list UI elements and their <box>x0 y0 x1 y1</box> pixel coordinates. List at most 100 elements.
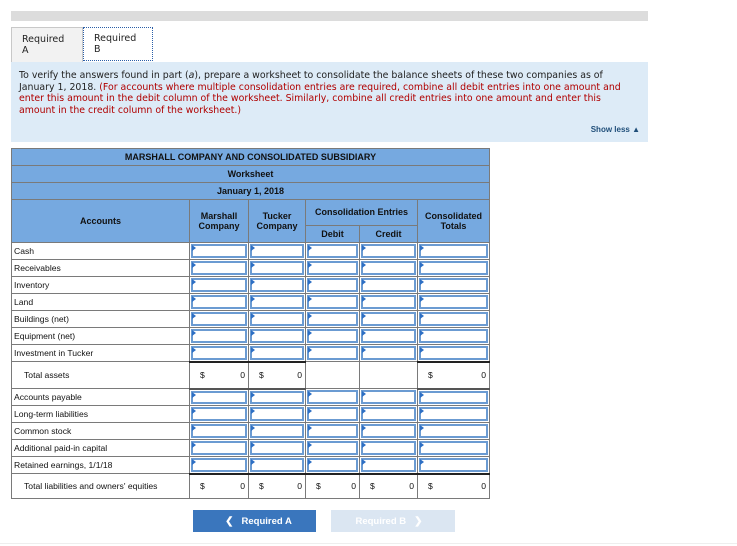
input-box[interactable] <box>250 346 304 360</box>
consolidated-input[interactable] <box>417 344 490 362</box>
marshall-input[interactable] <box>189 259 249 277</box>
consolidated-input[interactable] <box>417 293 490 311</box>
input-box[interactable] <box>361 278 416 292</box>
input-box[interactable] <box>307 278 358 292</box>
debit-input[interactable] <box>305 388 360 406</box>
show-less-link[interactable]: Show less ▲ <box>591 124 640 136</box>
credit-input[interactable] <box>359 310 418 328</box>
input-box[interactable] <box>307 295 358 309</box>
debit-input[interactable] <box>305 276 360 294</box>
marshall-input[interactable] <box>189 276 249 294</box>
tucker-input[interactable] <box>248 259 306 277</box>
consolidated-input[interactable] <box>417 388 490 406</box>
tucker-input[interactable] <box>248 405 306 423</box>
marshall-input[interactable] <box>189 439 249 457</box>
input-box[interactable] <box>307 407 358 421</box>
credit-input[interactable] <box>359 259 418 277</box>
input-box[interactable] <box>361 312 416 326</box>
input-box[interactable] <box>361 424 416 438</box>
input-box[interactable] <box>250 458 304 472</box>
input-box[interactable] <box>361 346 416 360</box>
input-box[interactable] <box>250 329 304 343</box>
debit-input[interactable] <box>305 310 360 328</box>
marshall-input[interactable] <box>189 344 249 362</box>
credit-input[interactable] <box>359 388 418 406</box>
tucker-input[interactable] <box>248 456 306 474</box>
debit-input[interactable] <box>305 293 360 311</box>
consolidated-input[interactable] <box>417 439 490 457</box>
debit-input[interactable] <box>305 344 360 362</box>
input-box[interactable] <box>307 346 358 360</box>
input-box[interactable] <box>250 407 304 421</box>
input-box[interactable] <box>191 329 247 343</box>
marshall-input[interactable] <box>189 422 249 440</box>
consolidated-input[interactable] <box>417 405 490 423</box>
credit-input[interactable] <box>359 439 418 457</box>
marshall-input[interactable] <box>189 310 249 328</box>
marshall-input[interactable] <box>189 405 249 423</box>
tucker-input[interactable] <box>248 422 306 440</box>
credit-input[interactable] <box>359 405 418 423</box>
tucker-input[interactable] <box>248 276 306 294</box>
tucker-input[interactable] <box>248 388 306 406</box>
tucker-input[interactable] <box>248 439 306 457</box>
consolidated-input[interactable] <box>417 310 490 328</box>
credit-input[interactable] <box>359 456 418 474</box>
credit-input[interactable] <box>359 293 418 311</box>
input-box[interactable] <box>361 390 416 404</box>
input-box[interactable] <box>191 458 247 472</box>
input-box[interactable] <box>191 346 247 360</box>
input-box[interactable] <box>419 244 488 258</box>
input-box[interactable] <box>250 312 304 326</box>
tucker-input[interactable] <box>248 242 306 260</box>
input-box[interactable] <box>419 261 488 275</box>
tab-required-b[interactable]: Required B <box>83 27 153 61</box>
input-box[interactable] <box>307 329 358 343</box>
input-box[interactable] <box>307 261 358 275</box>
input-box[interactable] <box>250 244 304 258</box>
prev-required-a-button[interactable]: ❮ Required A <box>193 510 316 532</box>
credit-input[interactable] <box>359 422 418 440</box>
input-box[interactable] <box>361 329 416 343</box>
input-box[interactable] <box>191 244 247 258</box>
input-box[interactable] <box>250 261 304 275</box>
debit-input[interactable] <box>305 327 360 345</box>
debit-input[interactable] <box>305 456 360 474</box>
marshall-input[interactable] <box>189 293 249 311</box>
credit-input[interactable] <box>359 242 418 260</box>
input-box[interactable] <box>361 261 416 275</box>
input-box[interactable] <box>419 441 488 455</box>
marshall-input[interactable] <box>189 388 249 406</box>
tucker-input[interactable] <box>248 344 306 362</box>
debit-input[interactable] <box>305 259 360 277</box>
input-box[interactable] <box>419 312 488 326</box>
consolidated-input[interactable] <box>417 422 490 440</box>
input-box[interactable] <box>191 407 247 421</box>
input-box[interactable] <box>419 295 488 309</box>
input-box[interactable] <box>307 458 358 472</box>
input-box[interactable] <box>250 295 304 309</box>
consolidated-input[interactable] <box>417 327 490 345</box>
input-box[interactable] <box>191 295 247 309</box>
tab-required-a[interactable]: Required A <box>11 27 83 62</box>
input-box[interactable] <box>250 441 304 455</box>
input-box[interactable] <box>250 278 304 292</box>
marshall-input[interactable] <box>189 242 249 260</box>
input-box[interactable] <box>191 261 247 275</box>
tucker-input[interactable] <box>248 327 306 345</box>
input-box[interactable] <box>191 390 247 404</box>
debit-input[interactable] <box>305 422 360 440</box>
tucker-input[interactable] <box>248 310 306 328</box>
credit-input[interactable] <box>359 344 418 362</box>
marshall-input[interactable] <box>189 456 249 474</box>
marshall-input[interactable] <box>189 327 249 345</box>
input-box[interactable] <box>191 312 247 326</box>
debit-input[interactable] <box>305 242 360 260</box>
input-box[interactable] <box>361 295 416 309</box>
consolidated-input[interactable] <box>417 276 490 294</box>
input-box[interactable] <box>361 407 416 421</box>
input-box[interactable] <box>307 244 358 258</box>
input-box[interactable] <box>361 458 416 472</box>
credit-input[interactable] <box>359 327 418 345</box>
input-box[interactable] <box>250 390 304 404</box>
